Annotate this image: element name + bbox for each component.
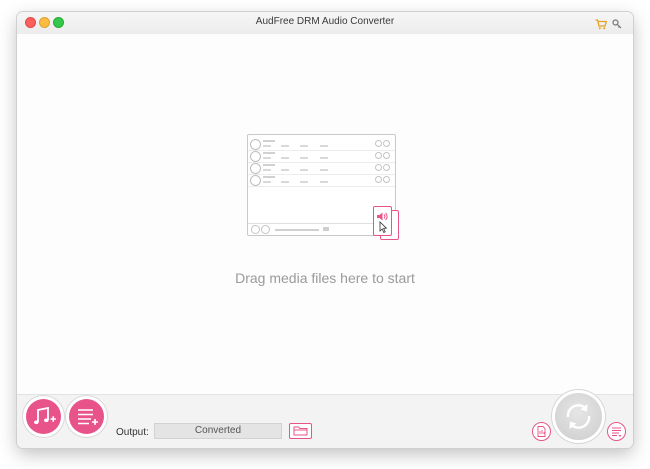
file-history-icon <box>537 426 546 437</box>
add-music-button[interactable] <box>26 399 61 434</box>
key-icon[interactable] <box>612 17 622 35</box>
audio-file-icon <box>373 206 392 236</box>
window-title: AudFree DRM Audio Converter <box>255 16 395 27</box>
mock-row <box>248 163 395 175</box>
output-path-field[interactable]: Converted <box>154 423 282 439</box>
mock-row <box>248 139 395 151</box>
cart-icon[interactable] <box>595 17 608 35</box>
bottom-toolbar: Output: Converted <box>17 393 633 448</box>
format-settings-button[interactable] <box>607 422 626 441</box>
drop-area[interactable]: Drag media files here to start <box>17 34 633 394</box>
list-plus-icon <box>78 409 98 425</box>
convert-arrows-icon <box>566 404 591 429</box>
history-button[interactable] <box>532 422 551 441</box>
title-bar: AudFree DRM Audio Converter <box>17 12 633 34</box>
format-settings-icon <box>612 427 622 437</box>
mock-row <box>248 175 395 187</box>
open-folder-button[interactable] <box>289 423 312 439</box>
drag-hint-text: Drag media files here to start <box>235 270 415 286</box>
convert-button[interactable] <box>555 393 602 440</box>
folder-icon <box>293 426 308 436</box>
mock-row <box>248 151 395 163</box>
app-window: AudFree DRM Audio Converter Drag media f… <box>17 12 633 448</box>
output-label: Output: <box>116 427 149 438</box>
music-note-plus-icon <box>34 406 56 425</box>
add-playlist-button[interactable] <box>69 399 104 434</box>
